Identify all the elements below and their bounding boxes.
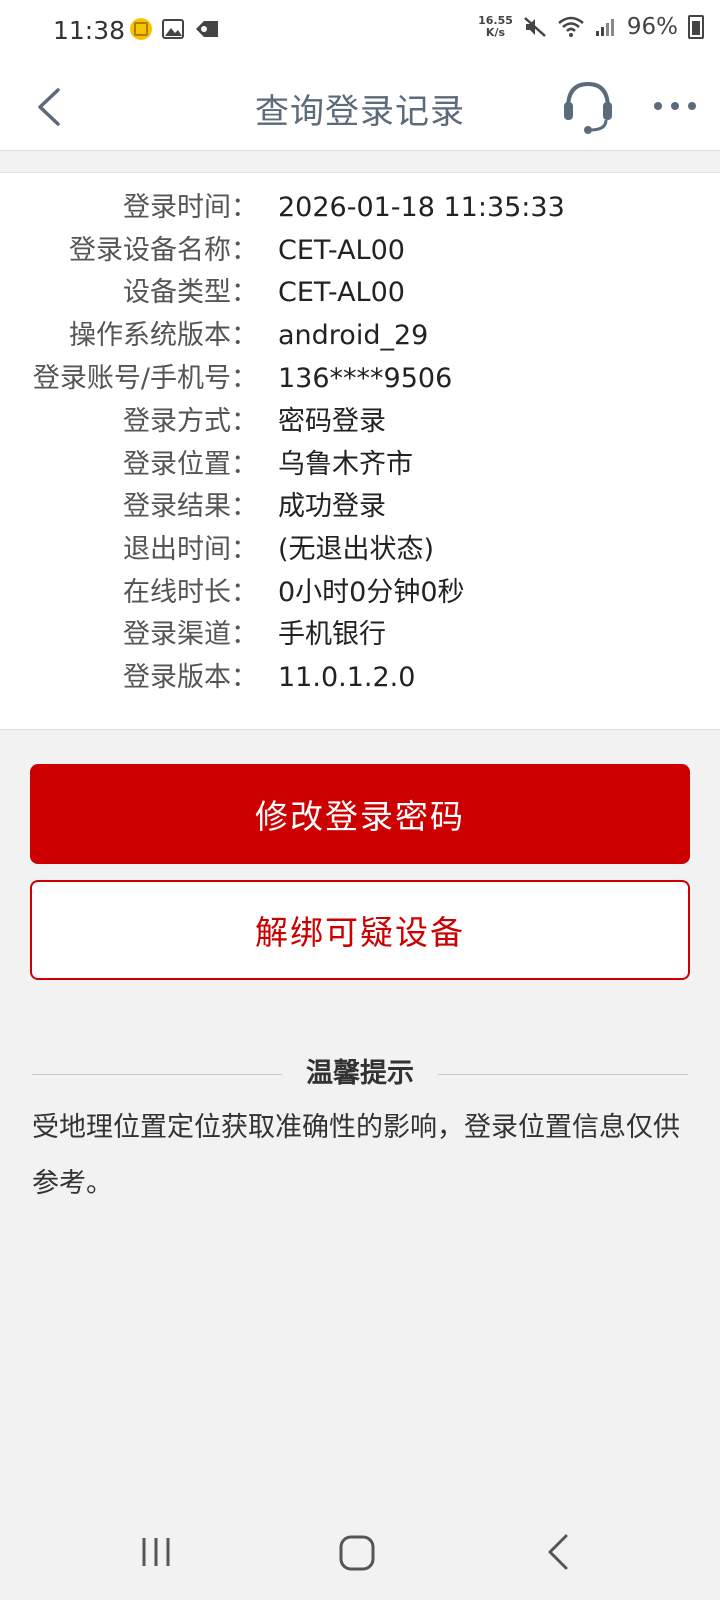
record-row-channel: 登录渠道： 手机银行 — [0, 614, 720, 656]
signal-icon — [595, 19, 614, 36]
record-value: CET-AL00 — [278, 277, 405, 308]
record-label: 登录版本： — [123, 662, 258, 693]
mute-icon — [524, 17, 546, 37]
record-value: android_29 — [278, 320, 429, 351]
notification-icons — [130, 18, 220, 40]
status-time: 11:38 — [53, 16, 126, 45]
status-right: 16.55 K/s 96% — [478, 14, 704, 40]
home-icon — [339, 1535, 375, 1571]
back-arrow-icon — [548, 1534, 568, 1570]
more-dots-icon — [654, 102, 696, 110]
record-label: 登录时间： — [123, 192, 258, 223]
net-speed: 16.55 K/s — [478, 15, 513, 39]
home-button[interactable] — [338, 1534, 376, 1572]
record-row-account: 登录账号/手机号： 136****9506 — [0, 358, 720, 400]
tips-title: 温馨提示 — [282, 1052, 438, 1096]
status-bar: 11:38 16.55 K/s 96% — [0, 0, 720, 64]
record-row-location: 登录位置： 乌鲁木齐市 — [0, 444, 720, 486]
record-value: 手机银行 — [278, 619, 386, 650]
system-nav-bar — [0, 1504, 720, 1600]
record-row-login-method: 登录方式： 密码登录 — [0, 401, 720, 443]
record-label: 在线时长： — [123, 577, 258, 608]
record-label: 登录设备名称： — [69, 235, 258, 266]
system-back-button[interactable] — [546, 1532, 570, 1572]
customer-service-button[interactable] — [560, 78, 616, 134]
record-value: 11.0.1.2.0 — [278, 662, 416, 693]
record-label: 操作系统版本： — [69, 320, 258, 351]
recent-apps-icon — [142, 1538, 170, 1566]
record-label: 登录位置： — [123, 449, 258, 480]
record-label: 退出时间： — [123, 534, 258, 565]
tips-text: 受地理位置定位获取准确性的影响，登录位置信息仅供参考。 — [32, 1112, 680, 1199]
login-record-card: 登录时间： 2026-01-18 11:35:33 登录设备名称： CET-AL… — [0, 172, 720, 730]
header-bar: 查询登录记录 — [0, 64, 720, 151]
record-value: 成功登录 — [278, 491, 386, 522]
unbind-device-button[interactable]: 解绑可疑设备 — [30, 880, 690, 980]
record-value: 0小时0分钟0秒 — [278, 577, 465, 608]
record-label: 设备类型： — [123, 277, 258, 308]
headset-icon — [564, 81, 612, 134]
record-row-result: 登录结果： 成功登录 — [0, 486, 720, 528]
record-label: 登录账号/手机号： — [32, 363, 258, 394]
record-row-logout-time: 退出时间： (无退出状态) — [0, 529, 720, 571]
tag-icon — [196, 21, 218, 37]
more-button[interactable] — [650, 86, 700, 126]
record-label: 登录结果： — [123, 491, 258, 522]
battery-text: 96% — [626, 14, 678, 40]
recent-apps-button[interactable] — [138, 1534, 174, 1570]
net-speed-unit: K/s — [485, 26, 506, 39]
battery-icon — [688, 15, 704, 39]
change-password-button[interactable]: 修改登录密码 — [30, 764, 690, 864]
record-row-os-version: 操作系统版本： android_29 — [0, 315, 720, 357]
record-row-version: 登录版本： 11.0.1.2.0 — [0, 657, 720, 699]
record-row-device-type: 设备类型： CET-AL00 — [0, 272, 720, 314]
record-value: 136****9506 — [278, 363, 453, 394]
record-row-online-duration: 在线时长： 0小时0分钟0秒 — [0, 572, 720, 614]
wifi-icon — [558, 16, 584, 37]
record-value: (无退出状态) — [278, 534, 435, 565]
record-value: CET-AL00 — [278, 235, 405, 266]
record-value: 密码登录 — [278, 406, 386, 437]
record-label: 登录方式： — [123, 406, 258, 437]
record-value: 2026-01-18 11:35:33 — [278, 192, 565, 223]
record-row-device-name: 登录设备名称： CET-AL00 — [0, 230, 720, 272]
gallery-icon — [162, 19, 184, 39]
record-value: 乌鲁木齐市 — [278, 449, 413, 480]
record-row-login-time: 登录时间： 2026-01-18 11:35:33 — [0, 187, 720, 229]
record-label: 登录渠道： — [123, 619, 258, 650]
app-coin-icon — [130, 18, 152, 40]
